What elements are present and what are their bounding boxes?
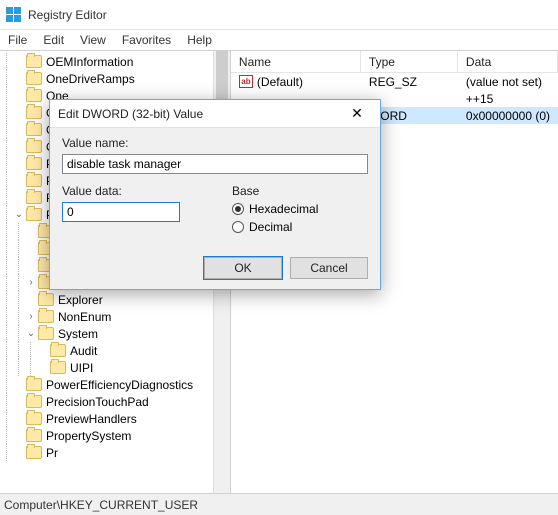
folder-icon (26, 208, 42, 221)
folder-icon (50, 361, 66, 374)
tree-item-label: PropertySystem (46, 429, 131, 443)
folder-icon (26, 72, 42, 85)
statusbar: Computer\HKEY_CURRENT_USER (0, 493, 558, 515)
folder-icon (38, 310, 54, 323)
cell-type: REG_SZ (361, 75, 458, 89)
string-value-icon: ab (239, 75, 253, 88)
menubar: File Edit View Favorites Help (0, 30, 558, 50)
folder-icon (38, 327, 54, 340)
status-path: Computer\HKEY_CURRENT_USER (4, 498, 198, 512)
tree-item[interactable]: OEMInformation (0, 53, 230, 70)
menu-file[interactable]: File (8, 33, 27, 47)
tree-item[interactable]: PowerEfficiencyDiagnostics (0, 376, 230, 393)
titlebar: Registry Editor (0, 0, 558, 30)
tree-item-label: PreviewHandlers (46, 412, 137, 426)
tree-item[interactable]: PreviewHandlers (0, 410, 230, 427)
chevron-right-icon[interactable]: › (24, 311, 38, 322)
folder-icon (26, 140, 42, 153)
tree-item-label: Explorer (58, 293, 103, 307)
app-icon (6, 7, 22, 23)
dialog-buttons: OK Cancel (204, 257, 368, 279)
folder-icon (50, 344, 66, 357)
folder-icon (26, 123, 42, 136)
value-name-input[interactable] (62, 154, 368, 174)
tree-item-label: Audit (70, 344, 97, 358)
cell-data: ++15 (458, 92, 558, 106)
value-data-input[interactable] (62, 202, 180, 222)
folder-icon (26, 174, 42, 187)
menu-favorites[interactable]: Favorites (122, 33, 171, 47)
tree-item-label: PrecisionTouchPad (46, 395, 149, 409)
folder-icon (26, 412, 42, 425)
tree-item-label: UIPI (70, 361, 93, 375)
folder-icon (26, 55, 42, 68)
tree-item[interactable]: ⌄ System (0, 325, 230, 342)
chevron-right-icon[interactable]: › (24, 277, 38, 288)
tree-item[interactable]: › NonEnum (0, 308, 230, 325)
cell-data: 0x00000000 (0) (458, 109, 558, 123)
value-data-label: Value data: (62, 184, 212, 198)
tree-item-label: Pr (46, 446, 58, 460)
dialog-titlebar[interactable]: Edit DWORD (32-bit) Value ✕ (50, 100, 380, 128)
ok-button[interactable]: OK (204, 257, 282, 279)
menu-edit[interactable]: Edit (43, 33, 64, 47)
folder-icon (26, 446, 42, 459)
tree-item-label: OneDriveRamps (46, 72, 135, 86)
tree-item[interactable]: OneDriveRamps (0, 70, 230, 87)
list-row[interactable]: ab(Default)REG_SZ(value not set) (231, 73, 558, 90)
window-title: Registry Editor (28, 8, 107, 22)
radio-hex-label: Hexadecimal (249, 202, 318, 216)
tree-item[interactable]: PrecisionTouchPad (0, 393, 230, 410)
folder-icon (26, 106, 42, 119)
folder-icon (26, 429, 42, 442)
radio-icon (232, 203, 244, 215)
col-header-type[interactable]: Type (361, 51, 458, 72)
folder-icon (26, 378, 42, 391)
radio-decimal[interactable]: Decimal (232, 220, 368, 234)
tree-item-label: PowerEfficiencyDiagnostics (46, 378, 193, 392)
tree-item[interactable]: PropertySystem (0, 427, 230, 444)
cell-data: (value not set) (458, 75, 558, 89)
folder-icon (26, 157, 42, 170)
radio-icon (232, 221, 244, 233)
chevron-down-icon[interactable]: ⌄ (24, 328, 38, 339)
folder-icon (26, 395, 42, 408)
radio-dec-label: Decimal (249, 220, 292, 234)
value-name-label: Value name: (62, 136, 368, 150)
base-label: Base (232, 184, 368, 198)
tree-item[interactable]: Audit (0, 342, 230, 359)
tree-item[interactable]: Explorer (0, 291, 230, 308)
tree-item-label: System (58, 327, 98, 341)
close-icon[interactable]: ✕ (342, 105, 372, 122)
edit-dword-dialog: Edit DWORD (32-bit) Value ✕ Value name: … (49, 99, 381, 290)
folder-icon (38, 293, 54, 306)
dialog-title: Edit DWORD (32-bit) Value (58, 107, 203, 121)
list-header: Name Type Data (231, 51, 558, 73)
cancel-button[interactable]: Cancel (290, 257, 368, 279)
col-header-data[interactable]: Data (458, 51, 558, 72)
menu-help[interactable]: Help (187, 33, 212, 47)
chevron-down-icon[interactable]: ⌄ (12, 209, 26, 220)
tree-item-label: NonEnum (58, 310, 111, 324)
base-fieldset: Hexadecimal Decimal (232, 202, 368, 234)
dialog-body: Value name: Value data: Base Hexadecimal… (50, 128, 380, 289)
folder-icon (26, 89, 42, 102)
tree-item[interactable]: Pr (0, 444, 230, 461)
col-header-name[interactable]: Name (231, 51, 361, 72)
folder-icon (26, 191, 42, 204)
tree-item[interactable]: UIPI (0, 359, 230, 376)
cell-name: ab(Default) (231, 75, 361, 89)
tree-item-label: OEMInformation (46, 55, 133, 69)
radio-hexadecimal[interactable]: Hexadecimal (232, 202, 368, 216)
menu-view[interactable]: View (80, 33, 106, 47)
